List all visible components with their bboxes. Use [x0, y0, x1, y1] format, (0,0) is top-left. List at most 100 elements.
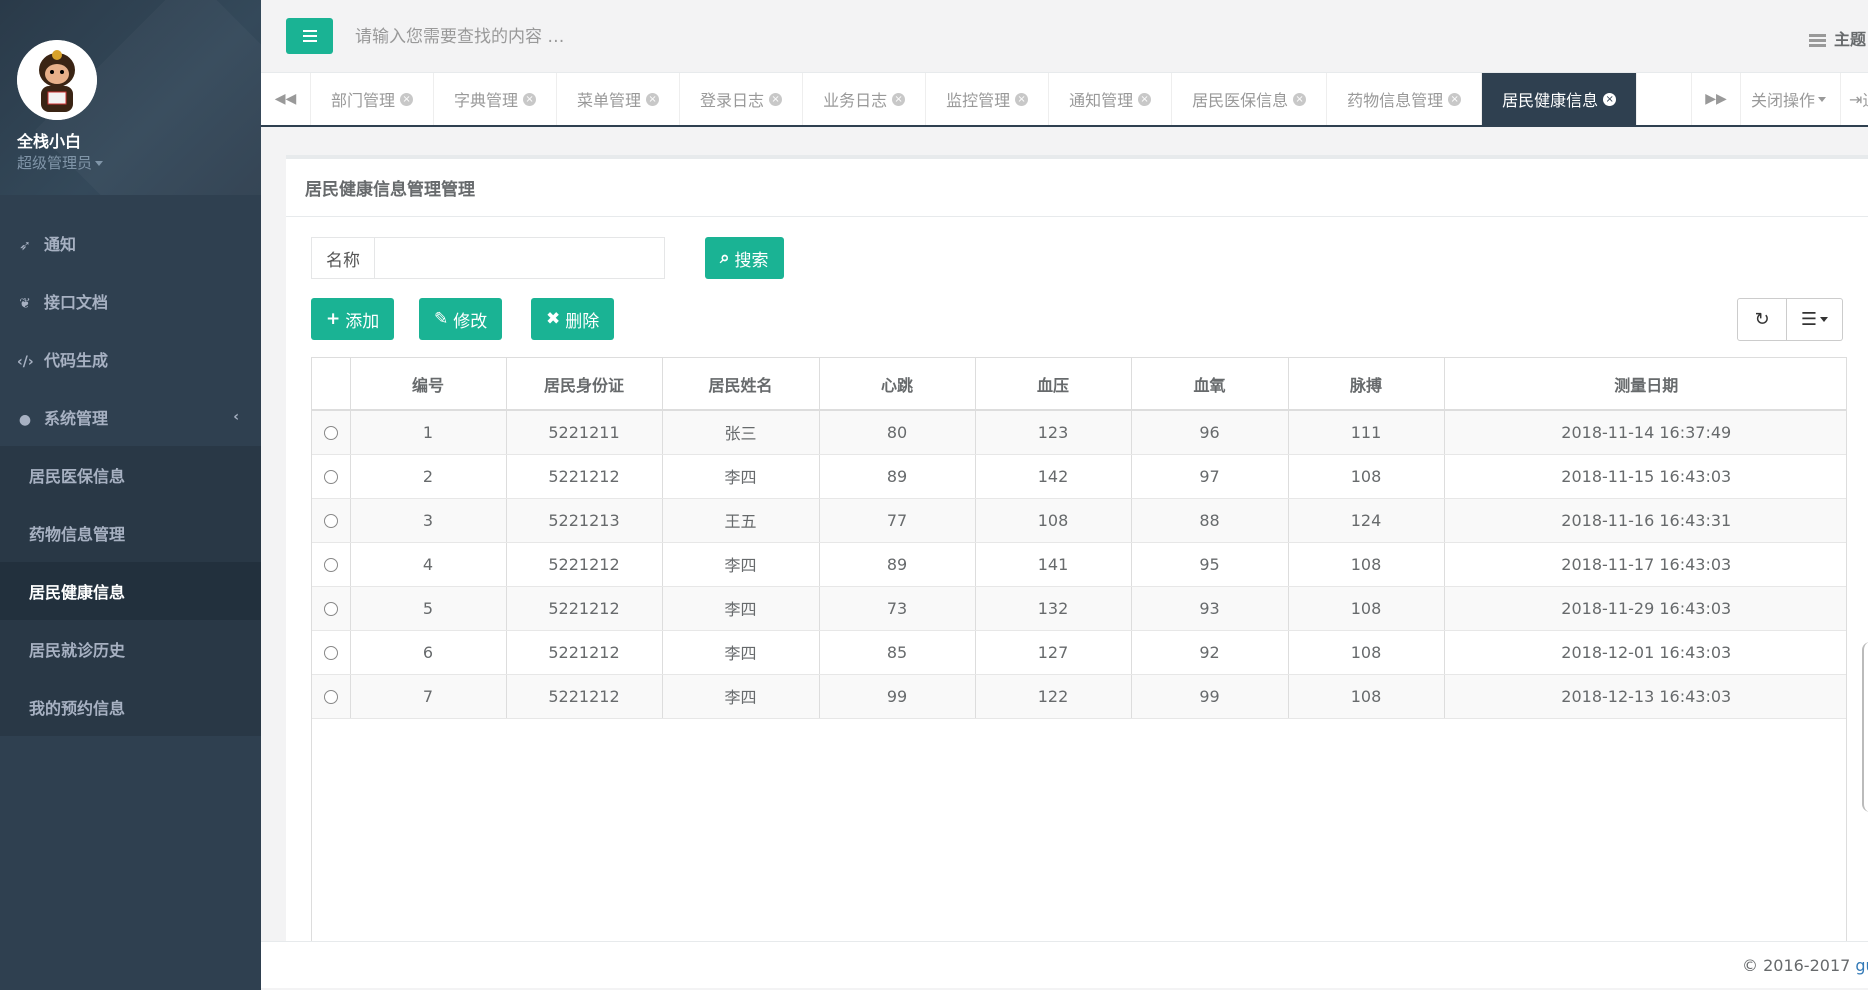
close-icon[interactable]: ×	[646, 92, 660, 106]
caret-down-icon	[1818, 96, 1827, 102]
row-radio[interactable]	[323, 426, 338, 441]
table-row[interactable]: 4 5221212 李四 89 141 95 108 2018-11-17 16…	[312, 542, 1846, 587]
table-cell: 1	[350, 410, 507, 455]
table-cell: 99	[819, 674, 976, 719]
table-cell: 李四	[662, 674, 820, 719]
tab-medical-insurance[interactable]: 居民医保信息 ×	[1172, 73, 1328, 125]
table-cell: 108	[975, 498, 1132, 543]
column-header[interactable]: 居民姓名	[662, 358, 820, 411]
sidebar-item-notice[interactable]: ➶ 通知	[0, 214, 261, 272]
sidebar-item-system-management[interactable]: ● 系统管理 ‹	[0, 388, 261, 446]
global-search-input[interactable]	[355, 22, 955, 52]
tabs-scroll-left-button[interactable]: ◀◀	[261, 73, 311, 125]
tab-label: 部门管理	[331, 91, 396, 110]
delete-button[interactable]: ✖ 删除	[531, 298, 615, 340]
table-cell: 王五	[662, 498, 820, 543]
caret-down-icon	[95, 161, 104, 166]
tab-label: 菜单管理	[577, 91, 642, 110]
close-icon[interactable]: ×	[769, 92, 783, 106]
table-row[interactable]: 3 5221213 王五 77 108 88 124 2018-11-16 16…	[312, 498, 1846, 543]
sidebar-subitem-my-appointments[interactable]: 我的预约信息	[0, 678, 261, 736]
table-cell: 89	[819, 542, 976, 587]
tab-department[interactable]: 部门管理 ×	[311, 73, 435, 125]
user-icon: ●	[18, 412, 32, 428]
table-row[interactable]: 7 5221212 李四 99 122 99 108 2018-12-13 16…	[312, 674, 1846, 719]
row-radio[interactable]	[323, 514, 338, 528]
theme-link[interactable]: 主题	[1809, 26, 1866, 50]
row-radio[interactable]	[323, 690, 338, 704]
table-cell: 108	[1288, 630, 1445, 675]
table-cell: 108	[1288, 542, 1445, 587]
row-radio[interactable]	[323, 646, 338, 660]
sidebar-item-label: 接口文档	[44, 293, 109, 312]
table-row[interactable]: 5 5221212 李四 73 132 93 108 2018-11-29 16…	[312, 586, 1846, 631]
column-header[interactable]: 血氧	[1131, 358, 1289, 411]
sidebar-subitem-health-info[interactable]: 居民健康信息	[0, 562, 261, 620]
delete-button-label: 删除	[565, 311, 600, 332]
edit-button[interactable]: ✎ 修改	[419, 298, 503, 340]
tab-label: 居民健康信息	[1502, 91, 1599, 110]
row-radio[interactable]	[323, 470, 338, 484]
avatar[interactable]	[17, 40, 97, 120]
name-search-input[interactable]	[375, 237, 665, 279]
exit-button[interactable]: ⇥退	[1840, 73, 1868, 125]
sidebar-item-label: 系统管理	[44, 409, 109, 428]
menu-toggle-button[interactable]	[286, 18, 333, 54]
footer-link[interactable]: gun	[1855, 956, 1868, 975]
table-cell: 5221212	[506, 454, 663, 499]
table-row[interactable]: 6 5221212 李四 85 127 92 108 2018-12-01 16…	[312, 630, 1846, 675]
close-operations-dropdown[interactable]: 关闭操作	[1740, 73, 1837, 125]
column-header[interactable]: 测量日期	[1444, 358, 1846, 411]
tab-notice-management[interactable]: 通知管理 ×	[1049, 73, 1173, 125]
rocket-icon: ➶	[19, 238, 31, 254]
sidebar-item-code-gen[interactable]: ‹/› 代码生成	[0, 330, 261, 388]
column-header[interactable]: 编号	[350, 358, 507, 411]
close-icon[interactable]: ×	[892, 92, 906, 106]
double-chevron-left-icon: ◀◀	[274, 91, 297, 107]
close-icon[interactable]: ×	[1015, 92, 1029, 106]
sidebar-item-api-docs[interactable]: ❦ 接口文档	[0, 272, 261, 330]
tab-monitor[interactable]: 监控管理 ×	[926, 73, 1050, 125]
close-icon[interactable]: ×	[1138, 92, 1152, 106]
sidebar-subitem-medical-insurance[interactable]: 居民医保信息	[0, 446, 261, 504]
tab-health-info[interactable]: 居民健康信息 ×	[1482, 73, 1638, 125]
column-header[interactable]: 血压	[975, 358, 1132, 411]
copyright-label: © 2016-2017	[1742, 956, 1856, 975]
column-header[interactable]: 心跳	[819, 358, 976, 411]
tabs-scroll-right-button[interactable]: ▶▶	[1691, 73, 1741, 125]
table-cell: 108	[1288, 454, 1445, 499]
row-radio[interactable]	[323, 558, 338, 572]
table-row[interactable]: 1 5221211 张三 80 123 96 111 2018-11-14 16…	[312, 410, 1846, 455]
tab-business-log[interactable]: 业务日志 ×	[803, 73, 927, 125]
close-icon[interactable]: ×	[400, 92, 414, 106]
columns-toggle-button[interactable]: ☰	[1787, 298, 1843, 341]
floating-panel-edge[interactable]	[1862, 642, 1868, 812]
sidebar-subitem-visit-history[interactable]: 居民就诊历史	[0, 620, 261, 678]
search-button[interactable]: ⌕ 搜索	[705, 237, 784, 279]
table-cell: 108	[1288, 586, 1445, 631]
table-cell: 李四	[662, 542, 820, 587]
refresh-button[interactable]: ↻	[1737, 298, 1787, 341]
table-row[interactable]: 2 5221212 李四 89 142 97 108 2018-11-15 16…	[312, 454, 1846, 499]
close-icon[interactable]: ×	[1293, 92, 1307, 106]
tab-menu[interactable]: 菜单管理 ×	[557, 73, 681, 125]
close-icon[interactable]: ×	[1603, 92, 1617, 106]
add-button[interactable]: + 添加	[311, 298, 395, 340]
user-role-dropdown[interactable]: 超级管理员	[17, 152, 104, 173]
column-header[interactable]: 脉搏	[1288, 358, 1445, 411]
column-header[interactable]: 居民身份证	[506, 358, 663, 411]
close-icon[interactable]: ×	[523, 92, 537, 106]
exit-label: 退	[1862, 87, 1868, 111]
tab-dictionary[interactable]: 字典管理 ×	[434, 73, 558, 125]
sidebar-item-label: 通知	[44, 235, 77, 254]
tab-drug-info[interactable]: 药物信息管理 ×	[1327, 73, 1483, 125]
table-cell: 5221212	[506, 586, 663, 631]
tab-login-log[interactable]: 登录日志 ×	[680, 73, 804, 125]
data-table: 编号 居民身份证 居民姓名 心跳 血压 血氧 脉搏 测量日期 1 5221211…	[311, 357, 1847, 957]
table-cell: 95	[1131, 542, 1289, 587]
close-icon[interactable]: ×	[1448, 92, 1462, 106]
table-cell: 132	[975, 586, 1132, 631]
row-radio[interactable]	[323, 602, 338, 616]
table-cell: 2018-11-16 16:43:31	[1444, 498, 1846, 543]
sidebar-subitem-drug-info[interactable]: 药物信息管理	[0, 504, 261, 562]
